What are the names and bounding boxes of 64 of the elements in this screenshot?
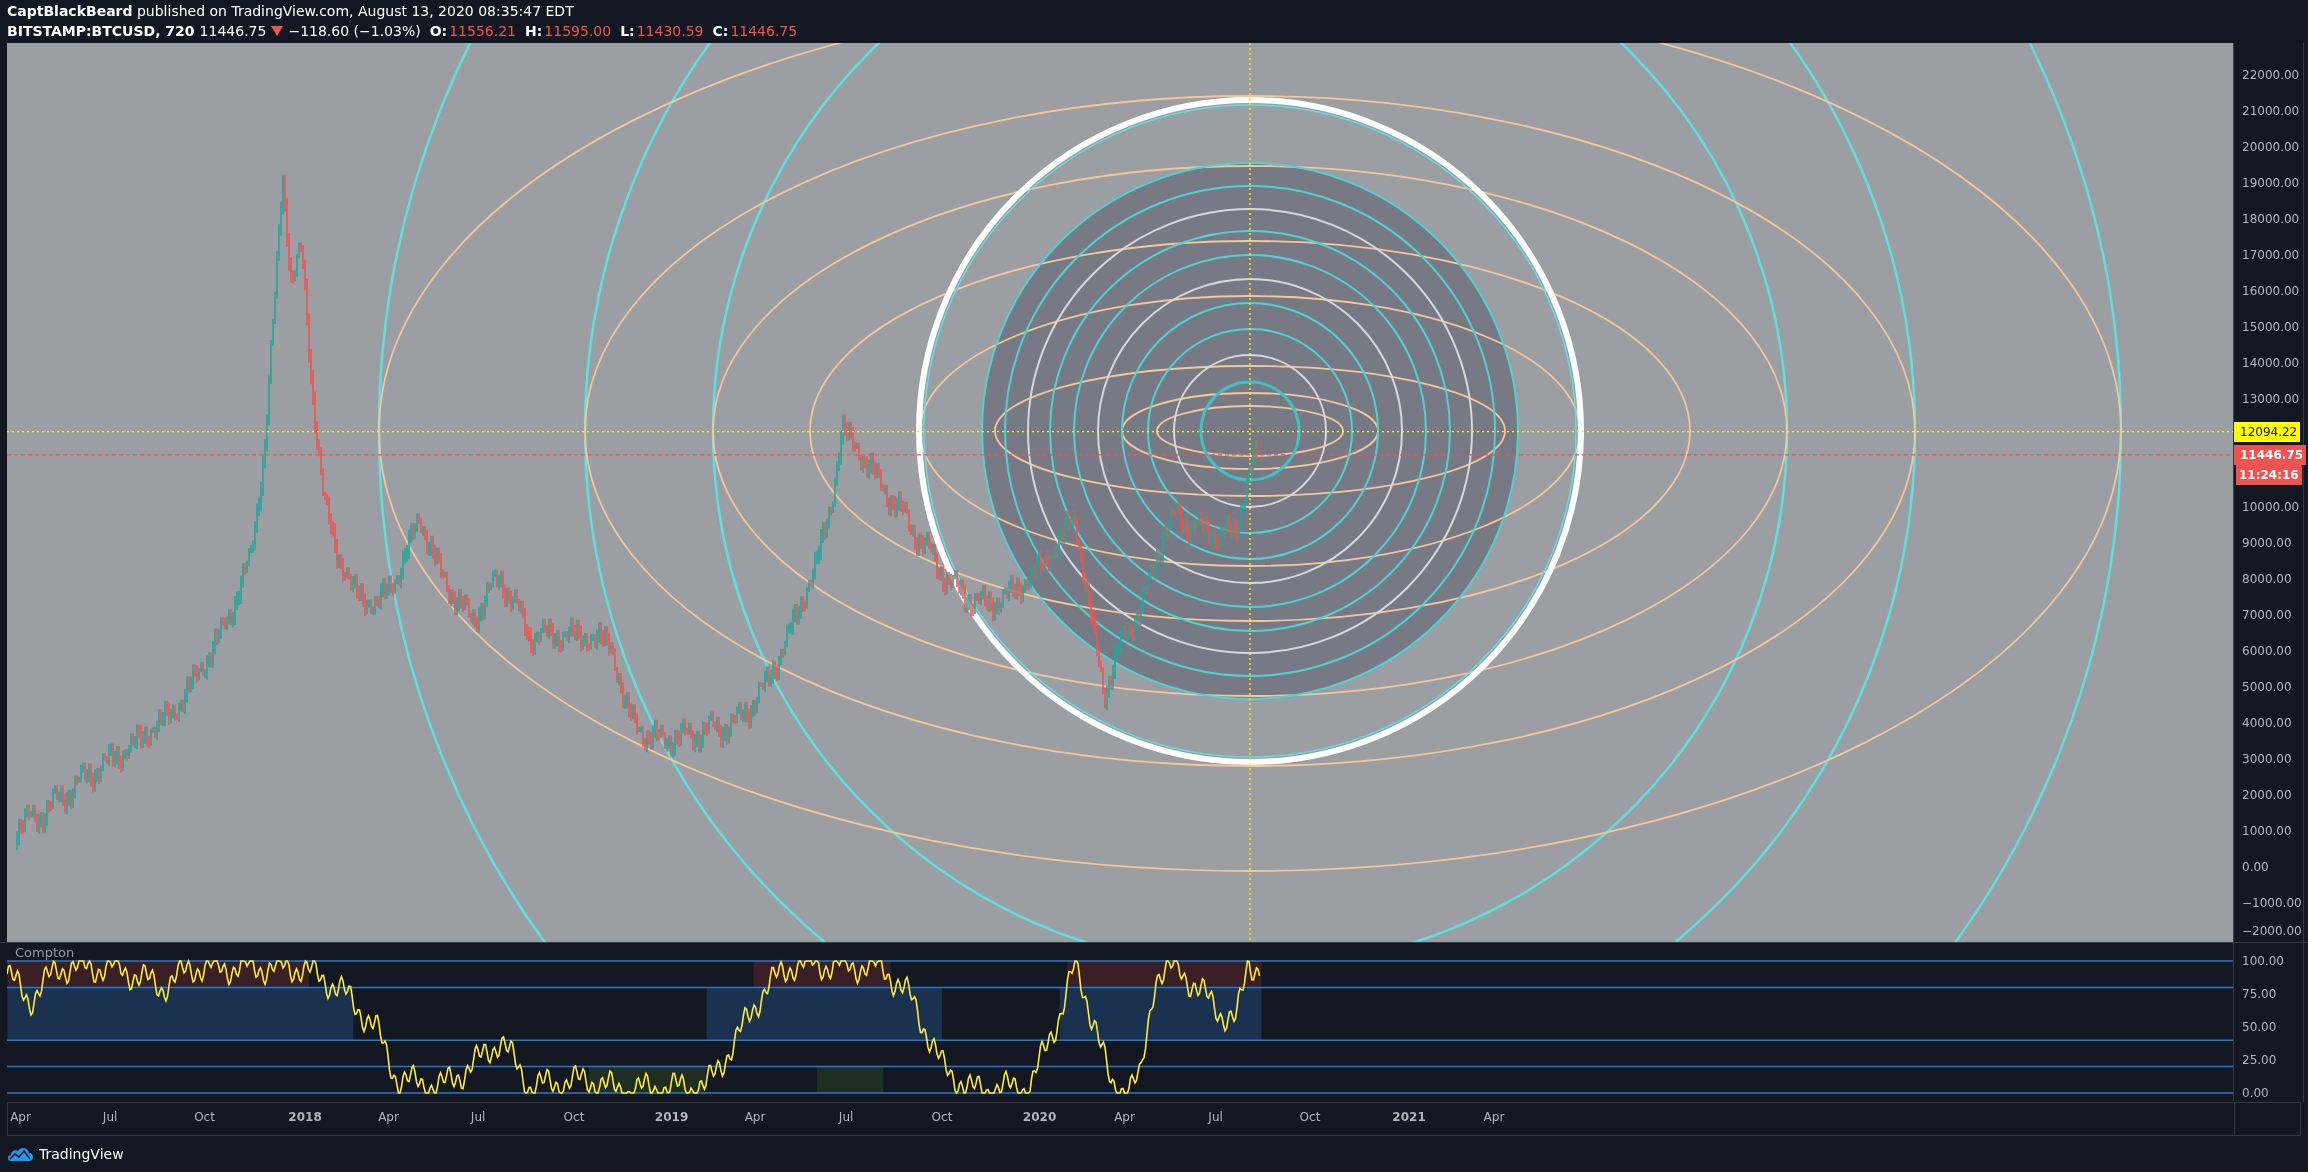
price-axis-label: 2000.00 (2242, 787, 2292, 804)
ohlc-label: H: (525, 23, 543, 39)
ohlc-label: L: (620, 23, 635, 39)
price-axis-label: 13000.00 (2242, 391, 2300, 408)
time-axis-label: Apr (10, 1110, 31, 1124)
price-axis-label: 0.00 (2242, 859, 2269, 876)
indicator-axis-label: 75.00 (2242, 986, 2277, 1003)
price-axis-label: 5000.00 (2242, 679, 2292, 696)
price-axis-label: 4000.00 (2242, 715, 2292, 732)
time-axis-label: 2021 (1392, 1110, 1426, 1124)
price-axis-label: 16000.00 (2242, 283, 2300, 300)
price-axis-label: 18000.00 (2242, 211, 2300, 228)
price-axis-label: −1000.00 (2242, 895, 2302, 912)
countdown-label: 11:24:16 (2236, 464, 2302, 485)
author-name: CaptBlackBeard (7, 3, 133, 19)
time-axis-label: Jul (102, 1110, 118, 1124)
indicator-name: Compton (15, 945, 75, 960)
time-axis-label: 2019 (654, 1110, 689, 1124)
price-axis-label: 22000.00 (2242, 67, 2300, 84)
indicator-axis-label: 0.00 (2242, 1085, 2269, 1102)
price-axis-label: 8000.00 (2242, 571, 2292, 588)
indicator-axis-label: 50.00 (2242, 1019, 2277, 1036)
price-change: −118.60 (−1.03%) (288, 23, 421, 39)
ohlc-value: 11430.59 (636, 23, 704, 39)
ohlc-value: 11556.21 (449, 23, 516, 39)
published-text: published on TradingView.com, August 13, 2020 08:35:47 EDT (136, 3, 574, 19)
price-axis-label: 7000.00 (2242, 607, 2292, 624)
price-axis-label: 14000.00 (2242, 355, 2300, 372)
indicator-axis-label: 100.00 (2242, 953, 2284, 970)
price-axis-label: 17000.00 (2242, 247, 2300, 264)
time-axis-label: Oct (931, 1110, 953, 1124)
price-axis-label: −2000.00 (2242, 923, 2302, 940)
price-label: 12094.22 (2234, 421, 2301, 442)
time-axis-label: Oct (1299, 1110, 1321, 1124)
ohlc-label: C: (712, 23, 729, 39)
ohlc-value: 11446.75 (730, 23, 798, 39)
indicator-axis-label: 25.00 (2242, 1052, 2277, 1069)
time-axis-label: Apr (744, 1110, 766, 1124)
price-axis-label: 1000.00 (2242, 823, 2292, 840)
price-axis-label: 19000.00 (2242, 175, 2300, 192)
time-axis-label: Jul (838, 1110, 854, 1124)
time-axis-label: Apr (1114, 1110, 1135, 1124)
time-axis-label: Apr (1483, 1110, 1505, 1124)
brand-name[interactable]: TradingView (39, 1146, 124, 1162)
price-axis-label: 3000.00 (2242, 751, 2292, 768)
symbol-name[interactable]: BITSTAMP:BTCUSD, 720 (7, 23, 195, 39)
price-axis-label: 20000.00 (2242, 139, 2300, 156)
price-axis-label: 10000.00 (2242, 499, 2300, 516)
price-label: 11446.75 (2234, 444, 2306, 465)
last-price: 11446.75 (199, 23, 267, 39)
time-axis-label: Jul (470, 1110, 486, 1124)
time-axis-label: Oct (194, 1110, 215, 1124)
price-axis-label: 21000.00 (2242, 103, 2300, 120)
price-axis-label: 15000.00 (2242, 319, 2300, 336)
time-axis-label: Apr (378, 1110, 399, 1124)
time-axis-label: Oct (563, 1110, 585, 1124)
time-axis-label: 2020 (1022, 1110, 1057, 1124)
time-axis-label: 2018 (288, 1110, 322, 1124)
ohlc-value: 11595.00 (544, 23, 612, 39)
cloud-logo-icon[interactable] (7, 1146, 33, 1162)
price-axis-label: 9000.00 (2242, 535, 2292, 552)
ohlc-label: O: (429, 23, 448, 39)
price-axis-label: 6000.00 (2242, 643, 2292, 660)
time-axis-label: Jul (1208, 1110, 1223, 1124)
